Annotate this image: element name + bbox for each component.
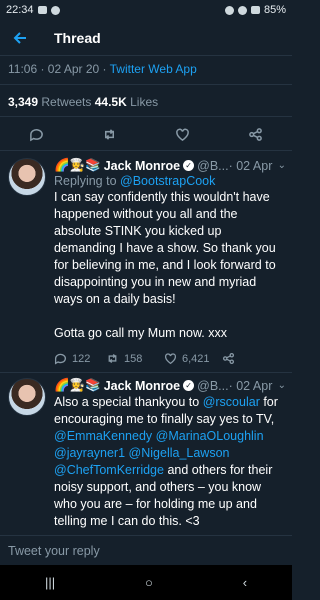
page-title: Thread [54, 29, 101, 46]
retweet-icon [108, 353, 117, 364]
divider [0, 150, 292, 151]
retweet-icon[interactable] [102, 127, 117, 142]
tweet-source-link[interactable]: Twitter Web App [110, 62, 197, 76]
battery-level: 85% [263, 4, 286, 16]
arrow-left-icon [13, 31, 26, 44]
gallery-icon [37, 6, 47, 14]
mention-link[interactable]: @ChefTomKerridge [54, 463, 164, 477]
tweet-actions [0, 120, 292, 148]
mention-link[interactable]: @MarinaOLoughlin [156, 429, 264, 443]
like-icon [164, 353, 177, 365]
retweets-label[interactable]: Retweets [38, 95, 95, 109]
chevron-down-icon[interactable]: ⌄ [278, 380, 286, 391]
reply-icon[interactable] [29, 127, 44, 142]
top-bar: Thread [0, 20, 292, 56]
status-bar: 22:34 85% [0, 0, 292, 20]
reply-count: 122 [72, 352, 91, 365]
share-button[interactable] [222, 352, 274, 365]
tweet-stats: 3,349 Retweets 44.5K Likes [8, 95, 158, 109]
home-button[interactable]: ○ [145, 575, 153, 590]
bluetooth-icon [224, 5, 234, 15]
replying-to-handle[interactable]: @BootstrapCook [120, 174, 215, 188]
tweet-text: Also a special thankyou to @rscoular for… [54, 394, 286, 530]
author-name[interactable]: Jack Monroe [104, 379, 180, 393]
recent-apps-button[interactable]: ||| [45, 575, 55, 590]
mention-link[interactable]: @rscoular [203, 395, 260, 409]
replying-prefix: Replying to [54, 174, 121, 188]
avatar[interactable] [8, 158, 46, 196]
reply-input-placeholder[interactable]: Tweet your reply [8, 544, 100, 558]
name-emojis: 🌈👩‍🍳📚 [54, 158, 101, 172]
author-handle[interactable]: @B... [197, 159, 228, 173]
tweet-meta: 11:06 · 02 Apr 20 · Twitter Web App [8, 62, 197, 76]
signal-icon [250, 6, 260, 14]
avatar[interactable] [8, 378, 46, 416]
tweet-text-segment [264, 429, 267, 443]
replying-to: Replying to @BootstrapCook [54, 174, 286, 188]
share-icon [222, 352, 235, 365]
tweet-date: · 02 Apr [228, 158, 273, 173]
wifi-icon [237, 5, 247, 15]
author-handle[interactable]: @B... [197, 379, 228, 393]
mention-link[interactable]: @Nigella_Lawson [129, 446, 230, 460]
clock: 22:34 [6, 4, 34, 16]
chevron-down-icon[interactable]: ⌄ [278, 160, 286, 171]
system-back-button[interactable]: ‹ [243, 575, 247, 590]
verified-badge-icon: ✓ [183, 380, 195, 391]
tweet-text-segment: Also a special thankyou to [54, 395, 203, 409]
tweet-date: · 02 Apr [228, 378, 273, 393]
like-count: 6,421 [182, 352, 210, 365]
divider [0, 116, 292, 117]
reply-button[interactable]: 122 [54, 352, 106, 365]
divider [0, 372, 292, 373]
like-icon[interactable] [175, 127, 190, 142]
reply-actions: 122 158 6,421 [54, 352, 286, 365]
retweet-button[interactable]: 158 [106, 352, 164, 365]
system-nav-bar: ||| ○ ‹ [0, 565, 292, 600]
retweet-count[interactable]: 3,349 [8, 95, 38, 109]
likes-label[interactable]: Likes [127, 95, 158, 109]
retweet-count: 158 [124, 352, 143, 365]
tweet-text-segment [230, 446, 233, 460]
reply-composer[interactable]: Tweet your reply [0, 535, 292, 565]
divider [0, 84, 292, 85]
tweet-timestamp: 11:06 · 02 Apr 20 · [8, 62, 110, 76]
verified-badge-icon: ✓ [183, 160, 195, 171]
reply-icon [54, 353, 66, 365]
tweet-text: I can say confidently this wouldn't have… [54, 190, 276, 340]
mention-link[interactable]: @EmmaKennedy [54, 429, 152, 443]
name-emojis: 🌈👩‍🍳📚 [54, 378, 101, 392]
like-button[interactable]: 6,421 [164, 352, 222, 365]
mention-link[interactable]: @jayrayner1 [54, 446, 125, 460]
back-button[interactable] [0, 20, 40, 56]
author-name[interactable]: Jack Monroe [104, 159, 180, 173]
notification-icon [50, 5, 60, 15]
share-icon[interactable] [248, 127, 263, 142]
like-count[interactable]: 44.5K [95, 95, 127, 109]
